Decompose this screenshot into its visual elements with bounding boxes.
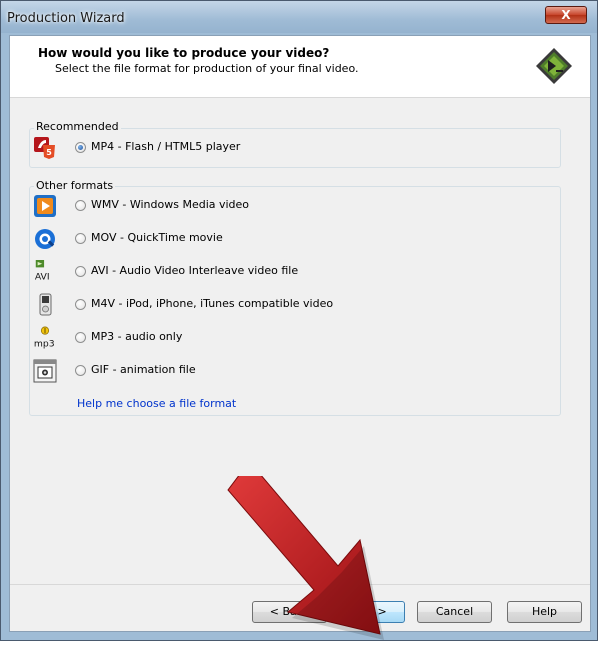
- option-mp4[interactable]: 5 MP4 - Flash / HTML5 player: [33, 136, 533, 164]
- gif-radio[interactable]: [75, 365, 86, 376]
- help-button[interactable]: Help: [507, 601, 582, 623]
- production-wizard-window: Production Wizard X How would you like t…: [0, 0, 598, 641]
- option-gif[interactable]: GIF - animation file: [33, 359, 533, 387]
- option-avi[interactable]: AVI AVI - Audio Video Interleave video f…: [33, 260, 533, 288]
- mp3-label: MP3 - audio only: [91, 330, 183, 343]
- close-button[interactable]: X: [545, 6, 587, 24]
- wizard-client-area: How would you like to produce your video…: [9, 35, 591, 640]
- recommended-group-label: Recommended: [34, 120, 121, 133]
- quicktime-icon: [35, 229, 55, 249]
- mp4-radio[interactable]: [75, 142, 86, 153]
- option-m4v[interactable]: M4V - iPod, iPhone, iTunes compatible vi…: [33, 293, 533, 321]
- avi-label: AVI - Audio Video Interleave video file: [91, 264, 299, 277]
- svg-text:5: 5: [46, 148, 52, 157]
- mp3-icon-text: mp3: [34, 338, 55, 349]
- window-title: Production Wizard: [7, 11, 125, 26]
- wmv-label: WMV - Windows Media video: [91, 198, 250, 211]
- gif-icon: [33, 359, 57, 383]
- m4v-radio[interactable]: [75, 299, 86, 310]
- wmv-icon: [34, 195, 56, 217]
- m4v-label: M4V - iPod, iPhone, iTunes compatible vi…: [91, 297, 334, 310]
- avi-icon: AVI: [35, 260, 50, 282]
- option-wmv[interactable]: WMV - Windows Media video: [33, 194, 533, 222]
- mp3-icon: mp3: [34, 326, 55, 349]
- mp3-radio[interactable]: [75, 332, 86, 343]
- help-choose-format-link[interactable]: Help me choose a file format: [77, 397, 236, 410]
- mp4-label: MP4 - Flash / HTML5 player: [91, 140, 241, 153]
- red-pointer-arrow-icon: [227, 476, 384, 640]
- avi-radio[interactable]: [75, 266, 86, 277]
- mov-label: MOV - QuickTime movie: [91, 231, 223, 244]
- wmv-radio[interactable]: [75, 200, 86, 211]
- mov-radio[interactable]: [75, 233, 86, 244]
- ipod-icon: [39, 293, 52, 316]
- page-subtitle: Select the file format for production of…: [55, 62, 359, 75]
- other-formats-group-label: Other formats: [34, 179, 116, 192]
- page-title: How would you like to produce your video…: [38, 46, 330, 60]
- camtasia-logo-icon: [536, 48, 572, 84]
- gif-label: GIF - animation file: [91, 363, 196, 376]
- option-mp3[interactable]: mp3 MP3 - audio only: [33, 326, 533, 354]
- cancel-button[interactable]: Cancel: [417, 601, 492, 623]
- avi-icon-text: AVI: [35, 271, 50, 282]
- mp4-html5-icon: 5: [34, 137, 55, 159]
- option-mov[interactable]: MOV - QuickTime movie: [33, 227, 533, 255]
- title-bar[interactable]: Production Wizard X: [1, 1, 597, 33]
- wizard-header: How would you like to produce your video…: [10, 36, 590, 98]
